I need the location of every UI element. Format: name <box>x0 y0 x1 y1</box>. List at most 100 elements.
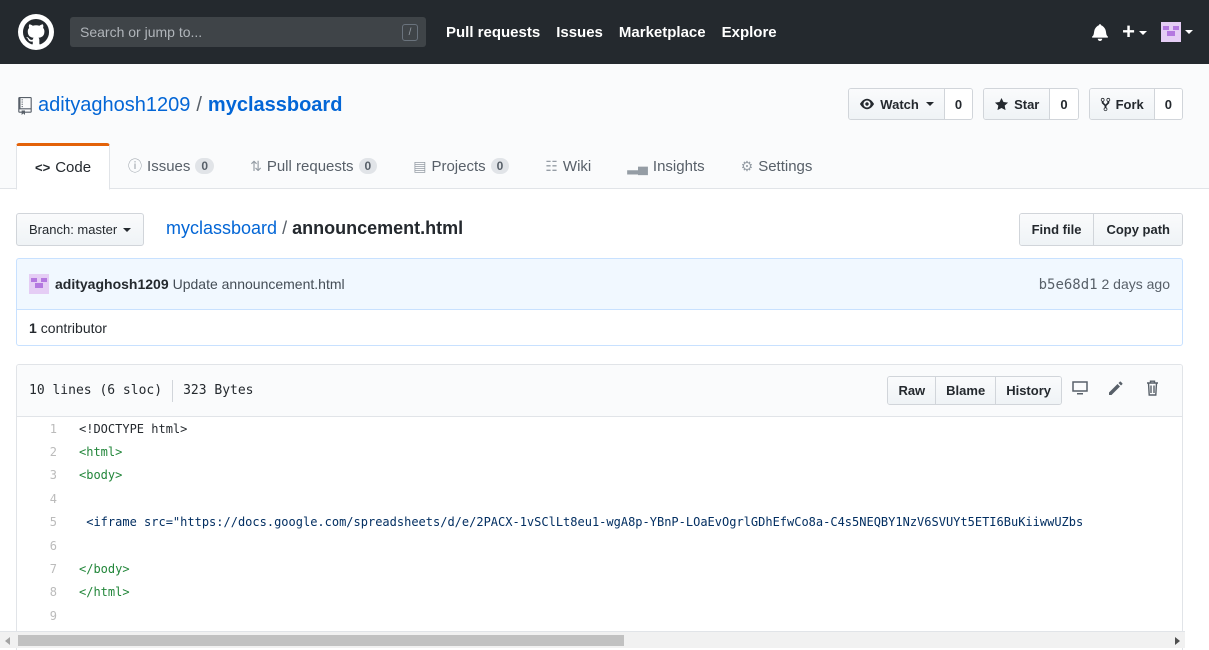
tab-pull-requests[interactable]: ⇅ Pull requests 0 <box>232 143 395 189</box>
tab-projects-counter: 0 <box>490 158 510 174</box>
tab-pull-requests-label: Pull requests <box>266 157 354 175</box>
fork-icon <box>1100 97 1110 111</box>
nav-issues[interactable]: Issues <box>556 24 603 41</box>
commit-meta: b5e68d1 2 days ago <box>1039 276 1170 293</box>
watch-button[interactable]: Watch <box>849 89 944 119</box>
history-button[interactable]: History <box>995 377 1061 404</box>
desktop-icon[interactable] <box>1062 380 1098 401</box>
repo-header: adityaghosh1209 / myclassboard Watch 0 S… <box>0 64 1209 190</box>
commit-sha-link[interactable]: b5e68d1 <box>1039 277 1098 293</box>
line-number[interactable]: 2 <box>17 445 67 459</box>
bell-icon[interactable] <box>1092 23 1109 41</box>
nav-explore[interactable]: Explore <box>722 24 777 41</box>
nav-marketplace[interactable]: Marketplace <box>619 24 706 41</box>
find-file-button[interactable]: Find file <box>1019 214 1094 245</box>
line-content: <body> <box>79 468 123 483</box>
star-button[interactable]: Star <box>984 89 1050 119</box>
tab-settings[interactable]: ⚙ Settings <box>723 143 831 189</box>
scroll-right-arrow-icon[interactable] <box>1175 637 1180 645</box>
file-view-buttons: Raw Blame History <box>887 376 1062 405</box>
tab-code-label: Code <box>55 159 92 176</box>
branch-label: Branch: master <box>29 222 118 237</box>
file-view: 10 lines (6 sloc) 323 Bytes Raw Blame Hi… <box>16 364 1183 650</box>
watch-label: Watch <box>880 96 919 112</box>
star-count[interactable]: 0 <box>1049 89 1078 119</box>
repo-name-link[interactable]: myclassboard <box>208 94 343 117</box>
code-icon: <> <box>35 160 51 175</box>
file-header: 10 lines (6 sloc) 323 Bytes Raw Blame Hi… <box>17 365 1182 417</box>
wiki-icon: ☷ <box>545 157 558 174</box>
line-number[interactable]: 5 <box>17 515 67 529</box>
raw-button[interactable]: Raw <box>888 377 936 404</box>
search-input[interactable]: Search or jump to... / <box>70 17 426 47</box>
header-actions: + <box>1092 0 1193 64</box>
commit-message-link[interactable]: Update announcement.html <box>173 276 345 292</box>
file-lines-info: 10 lines (6 sloc) <box>29 383 163 398</box>
line-number[interactable]: 3 <box>17 468 67 482</box>
tab-projects[interactable]: ▤ Projects 0 <box>395 143 527 189</box>
line-number[interactable]: 1 <box>17 422 67 436</box>
tab-settings-label: Settings <box>758 157 813 175</box>
watch-group: Watch 0 <box>848 88 974 120</box>
scrollbar-thumb[interactable] <box>18 635 624 646</box>
create-new-dropdown[interactable]: + <box>1122 19 1147 45</box>
file-actions: Raw Blame History <box>887 376 1170 405</box>
code-line: 2 <html> <box>17 440 1182 463</box>
graph-icon: ▂▄ <box>627 157 648 174</box>
tab-insights[interactable]: ▂▄ Insights <box>609 143 722 189</box>
tab-code[interactable]: <> Code <box>16 143 111 190</box>
contributors-bar: 1 contributor <box>16 309 1183 346</box>
tab-insights-label: Insights <box>652 157 705 175</box>
issue-icon: ⓘ <box>128 158 143 174</box>
user-menu-dropdown[interactable] <box>1161 22 1193 42</box>
file-size: 323 Bytes <box>183 383 254 398</box>
fork-count[interactable]: 0 <box>1153 89 1182 119</box>
breadcrumb-repo-link[interactable]: myclassboard <box>166 218 277 238</box>
line-content: <html> <box>79 445 123 460</box>
repo-owner-link[interactable]: adityaghosh1209 <box>38 94 190 117</box>
search-shortcut-hint: / <box>402 24 418 41</box>
watch-count[interactable]: 0 <box>943 89 973 119</box>
nav-pull-requests[interactable]: Pull requests <box>446 24 540 41</box>
line-number[interactable]: 8 <box>17 585 67 599</box>
code-line: 9 <box>17 604 1182 627</box>
repo-icon <box>18 96 32 115</box>
avatar <box>1161 22 1181 42</box>
search-placeholder: Search or jump to... <box>80 24 203 40</box>
trash-icon[interactable] <box>1134 380 1170 401</box>
breadcrumb: myclassboard / announcement.html <box>166 218 463 239</box>
pencil-icon[interactable] <box>1098 381 1134 400</box>
global-nav: Pull requests Issues Marketplace Explore <box>446 0 777 64</box>
code-line: 4 <box>17 487 1182 510</box>
code-line: 8 </html> <box>17 581 1182 604</box>
line-number[interactable]: 4 <box>17 492 67 506</box>
code-line: 3 <body> <box>17 464 1182 487</box>
horizontal-scrollbar[interactable] <box>0 631 1185 648</box>
branch-selector[interactable]: Branch: master <box>16 213 145 246</box>
tab-wiki[interactable]: ☷ Wiki <box>527 143 609 189</box>
github-logo-icon[interactable] <box>18 14 54 50</box>
avatar[interactable] <box>29 274 49 294</box>
tab-issues[interactable]: ⓘ Issues 0 <box>110 143 232 189</box>
commit-author-link[interactable]: adityaghosh1209 <box>55 276 169 292</box>
contributors-label: contributor <box>40 319 107 336</box>
eye-icon <box>860 98 875 110</box>
code-line: 1 <!DOCTYPE html> <box>17 417 1182 440</box>
code-listing: 1 <!DOCTYPE html> 2 <html> 3 <body> 4 5 <if… <box>17 417 1182 632</box>
top-header: Search or jump to... / Pull requests Iss… <box>0 0 1209 64</box>
tab-projects-label: Projects <box>431 157 486 175</box>
scroll-left-arrow-icon[interactable] <box>5 637 10 645</box>
line-number[interactable]: 7 <box>17 562 67 576</box>
tab-issues-label: Issues <box>147 157 191 175</box>
line-content: <!DOCTYPE html> <box>79 421 188 436</box>
line-number[interactable]: 9 <box>17 609 67 623</box>
breadcrumb-file: announcement.html <box>292 218 464 238</box>
code-line: 5 <iframe src="https://docs.google.com/s… <box>17 511 1182 534</box>
copy-path-button[interactable]: Copy path <box>1093 214 1182 245</box>
line-number[interactable]: 6 <box>17 539 67 553</box>
file-info-divider <box>172 379 174 402</box>
fork-button[interactable]: Fork <box>1089 89 1154 119</box>
chevron-down-icon <box>123 227 132 232</box>
repo-actions: Watch 0 Star 0 Fork 0 <box>848 88 1183 120</box>
blame-button[interactable]: Blame <box>935 377 996 404</box>
